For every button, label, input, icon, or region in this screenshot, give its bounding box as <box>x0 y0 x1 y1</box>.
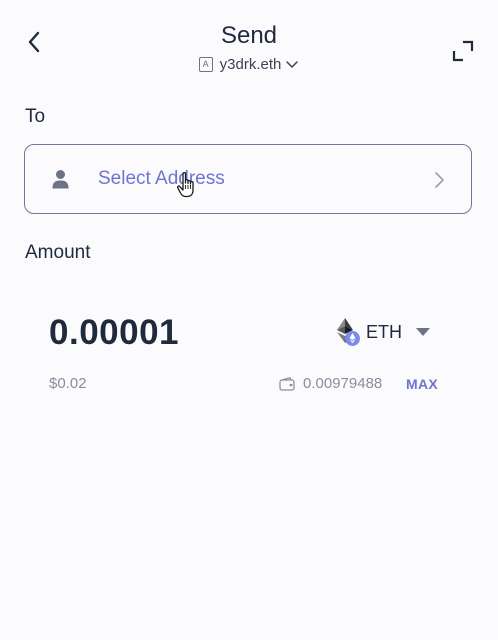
max-button[interactable]: MAX <box>406 376 438 392</box>
person-icon <box>52 170 69 189</box>
wallet-icon <box>279 376 295 391</box>
account-selector[interactable]: A y3drk.eth <box>198 56 300 73</box>
ethereum-icon <box>337 318 360 346</box>
page-title: Send <box>220 22 278 49</box>
token-symbol: ETH <box>366 321 402 342</box>
amount-input[interactable]: 0.00001 <box>49 313 179 353</box>
caret-down-icon <box>416 327 430 336</box>
chevron-right-icon <box>435 172 444 188</box>
expand-icon <box>452 40 474 62</box>
token-balance: 0.00979488 <box>279 375 382 392</box>
token-selector[interactable]: ETH <box>335 316 430 348</box>
account-selector-wrapper: A y3drk.eth <box>0 56 498 73</box>
select-address-field[interactable]: Select Address <box>24 144 472 214</box>
account-badge-icon: A <box>198 57 213 72</box>
to-label: To <box>25 106 46 127</box>
chevron-down-icon <box>286 60 299 68</box>
account-name: y3drk.eth <box>219 56 282 73</box>
fiat-value: $0.02 <box>49 375 87 392</box>
select-address-placeholder: Select Address <box>98 168 225 189</box>
expand-button[interactable] <box>452 40 474 62</box>
amount-label: Amount <box>25 242 91 263</box>
balance-value: 0.00979488 <box>303 375 383 392</box>
